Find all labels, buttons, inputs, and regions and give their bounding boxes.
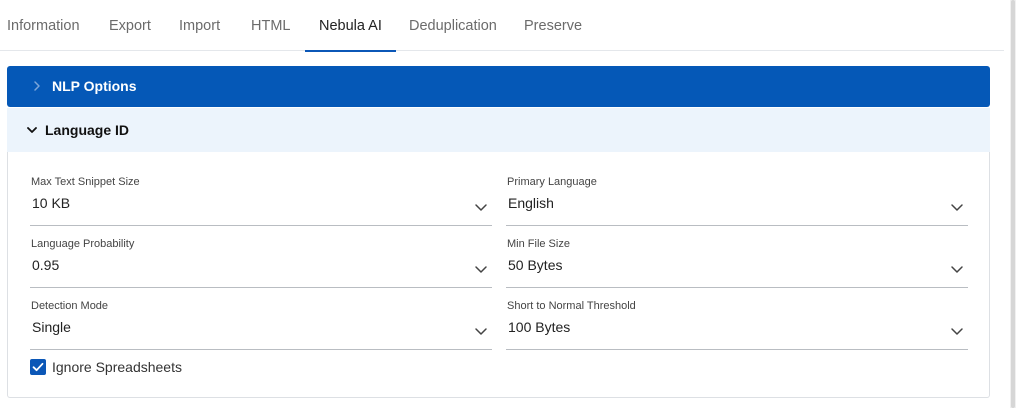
min-file-size-select[interactable]: 50 Bytes — [506, 255, 968, 288]
chevron-right-icon — [29, 78, 45, 94]
min-file-size-label: Min File Size — [507, 238, 570, 250]
tab-information[interactable]: Information — [7, 0, 80, 51]
language-probability-field: Language Probability 0.95 — [30, 238, 492, 288]
short-threshold-select[interactable]: 100 Bytes — [506, 317, 968, 350]
primary-language-label: Primary Language — [507, 176, 597, 188]
max-snippet-select[interactable]: 10 KB — [30, 193, 492, 226]
min-file-size-value: 50 Bytes — [508, 257, 563, 273]
chevron-down-icon — [474, 324, 488, 338]
detection-mode-select[interactable]: Single — [30, 317, 492, 350]
tab-import[interactable]: Import — [179, 0, 220, 51]
primary-language-field: Primary Language English — [506, 176, 968, 226]
language-probability-value: 0.95 — [32, 257, 60, 273]
chevron-down-icon — [950, 262, 964, 276]
tab-export[interactable]: Export — [109, 0, 151, 51]
language-probability-select[interactable]: 0.95 — [30, 255, 492, 288]
max-snippet-value: 10 KB — [32, 195, 71, 211]
tab-preserve[interactable]: Preserve — [524, 0, 582, 51]
ignore-spreadsheets-label[interactable]: Ignore Spreadsheets — [52, 358, 182, 377]
detection-mode-value: Single — [32, 319, 71, 335]
language-id-section-header[interactable]: Language ID — [7, 108, 990, 152]
tab-bar: Information Export Import HTML Nebula AI… — [0, 0, 1004, 52]
primary-language-value: English — [508, 195, 554, 211]
detection-mode-label: Detection Mode — [31, 300, 109, 312]
scrollbar-thumb[interactable] — [1011, 0, 1015, 408]
language-id-panel: Max Text Snippet Size 10 KB Primary Lang… — [7, 152, 990, 398]
short-threshold-field: Short to Normal Threshold 100 Bytes — [506, 300, 968, 350]
chevron-down-icon — [950, 324, 964, 338]
max-snippet-label: Max Text Snippet Size — [31, 176, 140, 188]
language-probability-label: Language Probability — [31, 238, 135, 250]
short-threshold-value: 100 Bytes — [508, 319, 571, 335]
ignore-spreadsheets-checkbox[interactable] — [30, 359, 46, 375]
tab-nebula-ai[interactable]: Nebula AI — [305, 0, 396, 52]
chevron-down-icon — [25, 123, 39, 137]
chevron-down-icon — [474, 200, 488, 214]
checkmark-icon — [32, 362, 44, 372]
max-snippet-field: Max Text Snippet Size 10 KB — [30, 176, 492, 226]
short-threshold-label: Short to Normal Threshold — [507, 300, 636, 312]
chevron-down-icon — [950, 200, 964, 214]
vertical-scrollbar[interactable] — [1010, 0, 1016, 408]
detection-mode-field: Detection Mode Single — [30, 300, 492, 350]
nlp-options-title: NLP Options — [52, 78, 137, 94]
language-id-title: Language ID — [45, 122, 130, 138]
chevron-down-icon — [474, 262, 488, 276]
tab-html[interactable]: HTML — [251, 0, 290, 51]
nlp-options-section-header[interactable]: NLP Options — [7, 66, 990, 107]
min-file-size-field: Min File Size 50 Bytes — [506, 238, 968, 288]
primary-language-select[interactable]: English — [506, 193, 968, 226]
tab-deduplication[interactable]: Deduplication — [409, 0, 497, 51]
